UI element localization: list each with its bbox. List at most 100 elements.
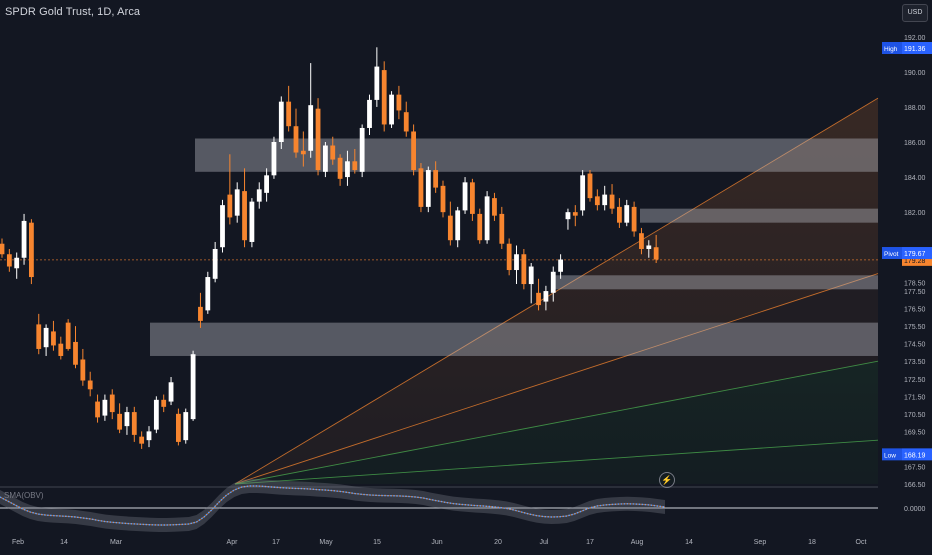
- candle-body: [117, 413, 122, 430]
- price-tag-2: Pivot 179.67: [882, 247, 932, 260]
- candle-body: [624, 205, 630, 223]
- chart-root: 192.00 190.00 188.00 186.00 184.00 182.00 178.…: [0, 0, 932, 550]
- candle-body: [447, 215, 453, 241]
- candle-body: [565, 212, 571, 220]
- price-tag-value: 191.36: [904, 46, 926, 53]
- candle-body: [440, 185, 446, 213]
- candle-body: [183, 412, 189, 441]
- candle-body: [389, 94, 394, 125]
- candle-body: [455, 210, 461, 241]
- candle-body: [168, 382, 174, 402]
- candle-body: [580, 175, 586, 211]
- y-tick-label: 172.50: [904, 377, 926, 384]
- candle-body: [315, 108, 321, 171]
- candle-body: [308, 105, 314, 151]
- candle-body: [198, 306, 203, 321]
- candle-body: [95, 401, 100, 418]
- x-tick-label: Sep: [754, 539, 767, 546]
- x-tick-label: 20: [494, 539, 502, 546]
- candle-body: [234, 189, 240, 216]
- y-tick-label: 177.50: [904, 289, 926, 296]
- candle-body: [220, 205, 225, 248]
- y-tick-label: 174.50: [904, 342, 926, 349]
- candle-body: [323, 145, 328, 172]
- candle-body: [558, 259, 563, 272]
- candle-body: [403, 112, 409, 132]
- price-tag-label: Low: [884, 452, 896, 459]
- candle-body: [124, 412, 130, 427]
- candle-body: [227, 194, 233, 218]
- candle-body: [131, 412, 137, 435]
- candle-body: [293, 126, 299, 153]
- candle-body: [484, 196, 490, 241]
- candle-body: [367, 99, 372, 128]
- price-tag-value: 168.19: [904, 452, 926, 459]
- candle-body: [646, 245, 652, 249]
- candle-body: [499, 213, 505, 244]
- candle-body: [242, 191, 247, 241]
- candle-body: [6, 254, 12, 267]
- y-tick-label: 166.50: [904, 482, 926, 489]
- candle-body: [102, 399, 108, 416]
- candle-body: [337, 157, 343, 179]
- indicator-zero-label: 0.0000: [904, 506, 926, 513]
- candle-body: [109, 394, 115, 413]
- y-tick-label: 176.50: [904, 307, 926, 314]
- candle-body: [14, 257, 20, 269]
- candle-body: [264, 175, 269, 193]
- candle-body: [43, 327, 49, 348]
- candle-body: [212, 248, 218, 279]
- y-tick-label: 184.00: [904, 175, 926, 182]
- candle-body: [506, 243, 512, 271]
- y-tick-label: 188.00: [904, 105, 926, 112]
- y-tick-label: 190.00: [904, 70, 926, 77]
- candle-body: [271, 142, 277, 176]
- candle-body: [256, 189, 262, 202]
- x-tick-label: 14: [685, 539, 693, 546]
- candle-body: [411, 131, 416, 171]
- y-tick-label: 173.50: [904, 359, 926, 366]
- price-tag-0: High 191.36: [882, 41, 932, 54]
- candle-body: [359, 127, 365, 172]
- candle-body: [345, 161, 350, 178]
- y-axis: 192.00 190.00 188.00 186.00 184.00 182.00 178.…: [882, 35, 932, 489]
- zone-2: [555, 275, 878, 290]
- candle-body: [286, 101, 292, 127]
- candle-body: [29, 222, 34, 278]
- y-tick-label: 175.50: [904, 324, 926, 331]
- y-tick-label: 182.00: [904, 210, 926, 217]
- candle-body: [0, 243, 5, 255]
- candle-body: [396, 94, 402, 111]
- candle-body: [631, 206, 637, 232]
- candle-body: [80, 359, 86, 381]
- candle-body: [51, 331, 56, 346]
- x-tick-label: Jun: [431, 539, 442, 546]
- x-tick-label: 14: [60, 539, 68, 546]
- candle-body: [300, 150, 306, 155]
- price-tag-3: Low 168.19: [882, 448, 932, 461]
- x-tick-label: Jul: [540, 539, 549, 546]
- price-chart[interactable]: 192.00 190.00 188.00 186.00 184.00 182.00 178.…: [0, 0, 932, 550]
- candle-body: [572, 212, 578, 216]
- x-tick-label: 18: [808, 539, 816, 546]
- candle-body: [139, 436, 145, 444]
- candle-body: [425, 170, 431, 207]
- candle-body: [550, 271, 556, 293]
- candle-body: [492, 198, 497, 216]
- y-tick-label: 171.50: [904, 394, 926, 401]
- candle-body: [352, 161, 358, 171]
- y-tick-label: 186.00: [904, 140, 926, 147]
- lightning-icon[interactable]: ⚡: [659, 472, 675, 488]
- candle-body: [73, 341, 78, 365]
- x-tick-label: 17: [272, 539, 280, 546]
- currency-button[interactable]: USD: [902, 4, 928, 22]
- zone-1: [640, 208, 878, 223]
- candle-body: [602, 194, 608, 206]
- candle-body: [433, 170, 439, 188]
- candle-body: [278, 101, 284, 142]
- candle-body: [543, 291, 549, 302]
- candle-body: [146, 431, 152, 441]
- zone-3: [150, 322, 878, 356]
- candle-body: [639, 233, 644, 249]
- candle-body: [330, 145, 336, 160]
